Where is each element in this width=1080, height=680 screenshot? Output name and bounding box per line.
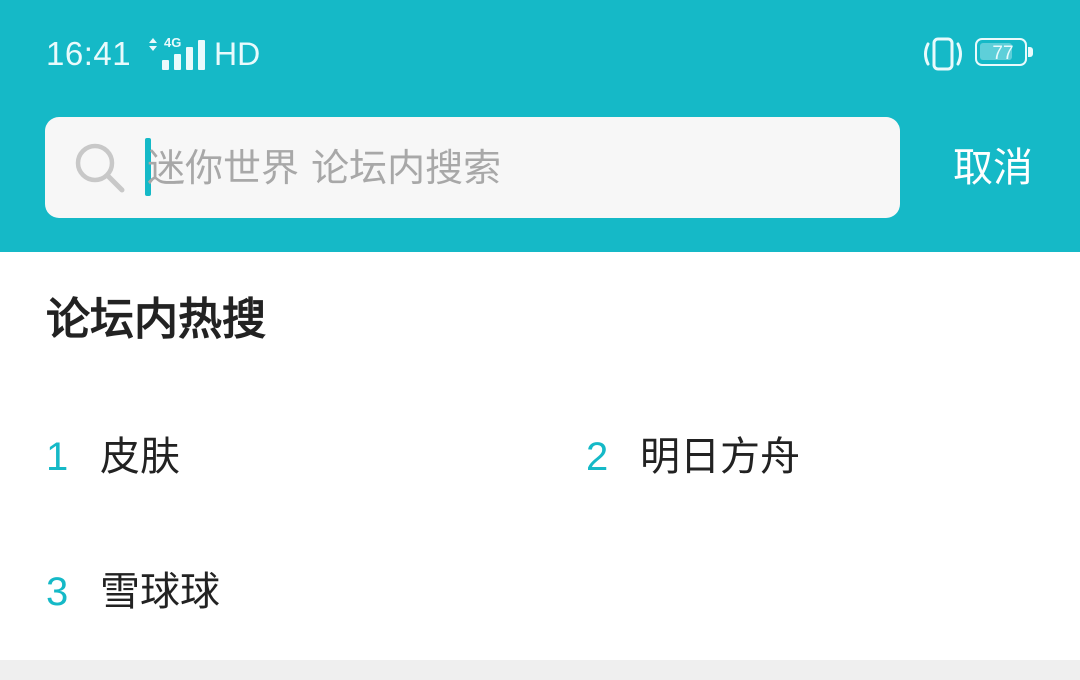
battery-level: 77 [992, 43, 1014, 64]
search-box[interactable] [45, 117, 900, 218]
cancel-button[interactable]: 取消 [938, 134, 1048, 202]
hot-search-item-1[interactable]: 1 皮肤 [46, 427, 486, 487]
status-bar: 16:41 4G HD 77 [0, 0, 1080, 108]
status-time: 16:41 [46, 35, 132, 72]
hot-search-rank: 2 [586, 435, 609, 479]
search-icon [75, 143, 125, 193]
hot-search-rank: 1 [46, 435, 69, 479]
search-input[interactable] [147, 137, 867, 199]
vibrate-icon [924, 37, 962, 71]
hot-search-label: 雪球球 [100, 569, 220, 615]
app-header: 16:41 4G HD 77 迷你世界 论坛内搜索 取消 [0, 0, 1080, 252]
hot-search-item-2[interactable]: 2 明日方舟 [586, 427, 1026, 487]
hot-search-title: 论坛内热搜 [46, 294, 266, 345]
signal-bars-icon [162, 40, 205, 70]
hot-search-label: 皮肤 [100, 434, 180, 480]
bottom-divider [0, 660, 1080, 680]
hd-label: HD [214, 36, 261, 72]
data-arrows-icon [149, 38, 157, 51]
network-indicator: 4G HD [148, 36, 268, 72]
hot-search-label: 明日方舟 [640, 434, 800, 480]
battery-icon: 77 [975, 38, 1035, 70]
hot-search-item-3[interactable]: 3 雪球球 [46, 562, 486, 622]
hot-search-rank: 3 [46, 570, 69, 614]
